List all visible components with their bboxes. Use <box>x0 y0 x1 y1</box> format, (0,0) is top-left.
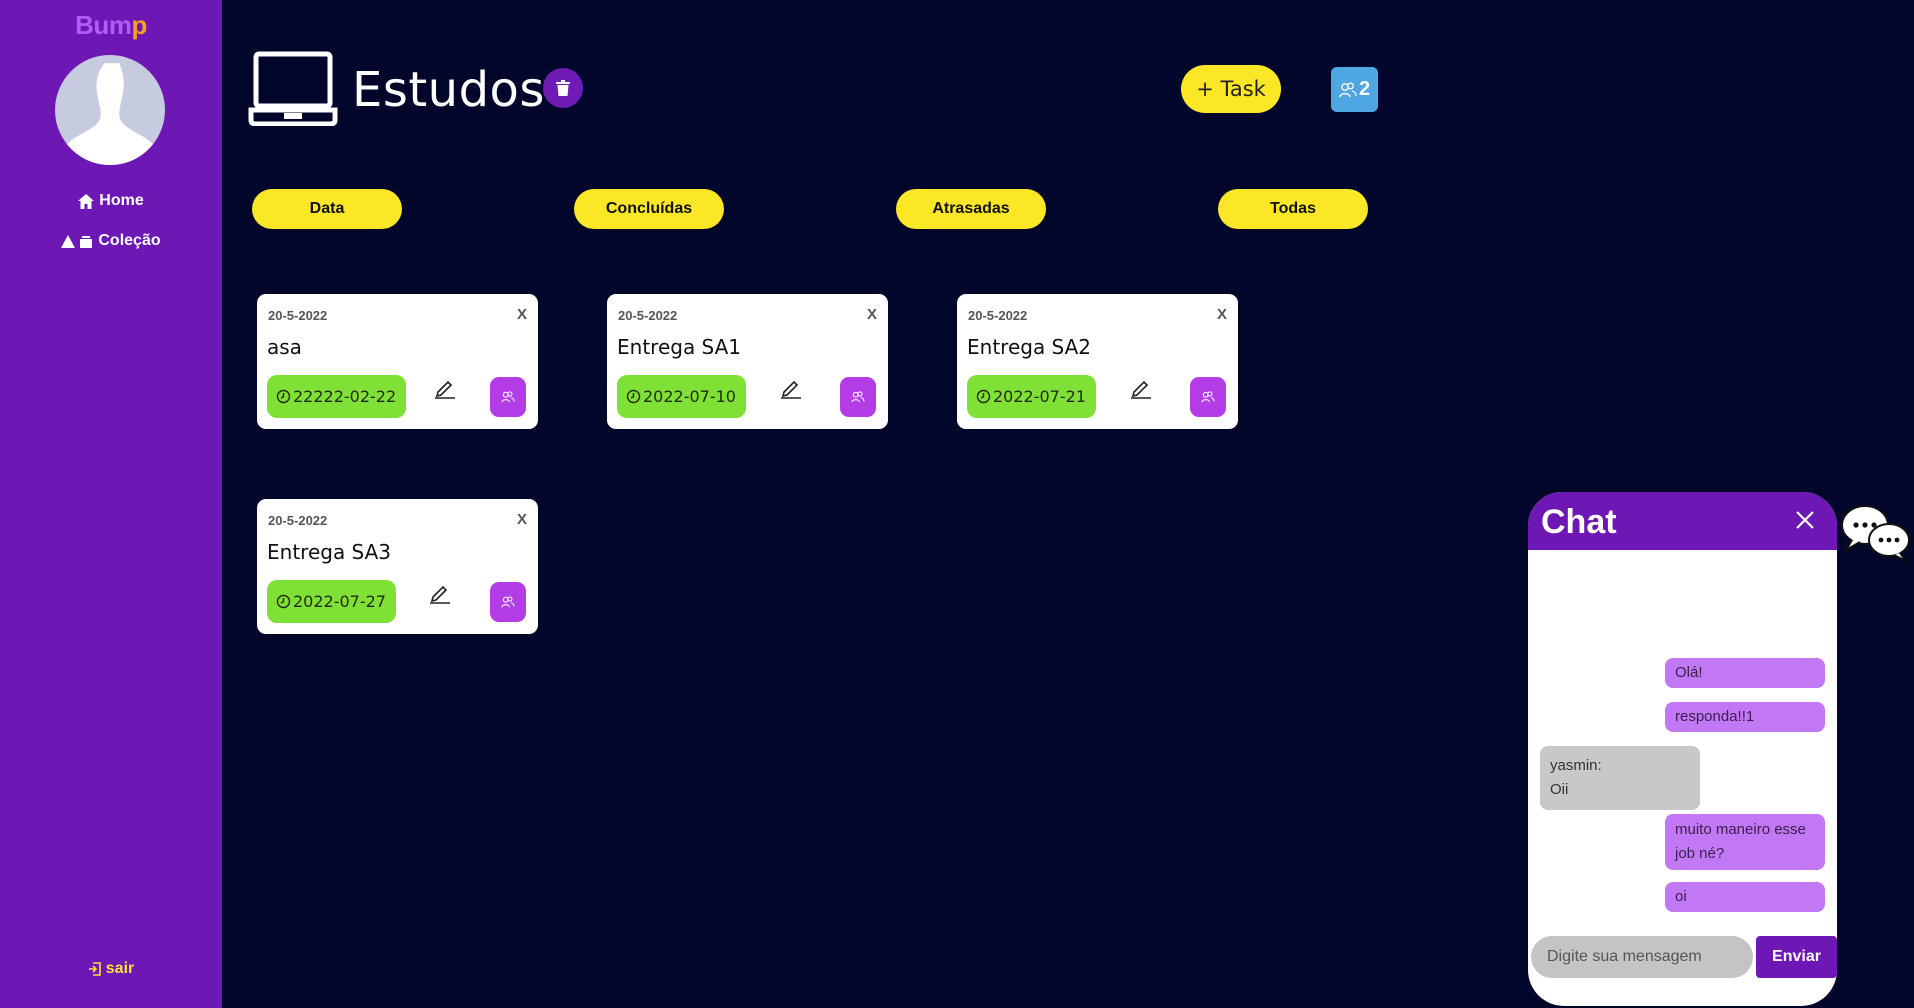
assign-members-button[interactable] <box>490 582 526 622</box>
edit-icon[interactable] <box>428 582 452 604</box>
shapes-icon <box>61 234 93 248</box>
chat-message-text: Oii <box>1550 781 1569 798</box>
card-date: 20-5-2022 <box>268 308 328 323</box>
card-date: 20-5-2022 <box>618 308 678 323</box>
sidebar-item-label: Home <box>99 192 144 209</box>
users-icon <box>501 596 515 608</box>
users-icon <box>1339 82 1357 97</box>
due-date: 22222-02-22 <box>293 387 397 406</box>
card-title: asa <box>267 335 302 359</box>
card-title: Entrega SA1 <box>617 335 742 359</box>
card-title: Entrega SA3 <box>267 540 392 564</box>
avatar[interactable] <box>55 55 165 165</box>
chat-panel: Chat Olá! responda!!1 yasmin: Oii muito … <box>1528 492 1837 1006</box>
due-date: 2022-07-10 <box>643 387 736 406</box>
filter-data[interactable]: Data <box>252 189 402 229</box>
edit-icon[interactable] <box>433 377 457 399</box>
delete-project-button[interactable] <box>543 68 583 108</box>
chat-header: Chat <box>1528 492 1837 550</box>
due-date-badge: 2022-07-21 <box>967 375 1096 418</box>
user-silhouette-icon <box>65 63 155 165</box>
card-date: 20-5-2022 <box>268 513 328 528</box>
laptop-icon <box>248 51 338 126</box>
close-icon[interactable] <box>1795 510 1815 530</box>
task-card[interactable]: 20-5-2022 X asa 22222-02-22 <box>257 294 538 429</box>
edit-icon[interactable] <box>1129 377 1153 399</box>
sidebar-item-home[interactable]: Home <box>0 192 222 210</box>
card-close-button[interactable]: X <box>867 306 877 323</box>
trash-icon <box>556 80 570 96</box>
clock-icon <box>626 389 641 404</box>
filter-todas[interactable]: Todas <box>1218 189 1368 229</box>
chat-message-input[interactable] <box>1531 936 1753 978</box>
home-icon <box>78 193 95 209</box>
users-icon <box>501 391 515 403</box>
sidebar-item-colecao[interactable]: Coleção <box>0 232 222 250</box>
task-card[interactable]: 20-5-2022 X Entrega SA3 2022-07-27 <box>257 499 538 634</box>
card-close-button[interactable]: X <box>1217 306 1227 323</box>
edit-icon[interactable] <box>779 377 803 399</box>
users-icon <box>1201 391 1215 403</box>
users-icon <box>851 391 865 403</box>
task-card[interactable]: 20-5-2022 X Entrega SA2 2022-07-21 <box>957 294 1238 429</box>
sidebar-item-label: Coleção <box>98 232 161 249</box>
members-count: 2 <box>1358 78 1371 100</box>
due-date-badge: 22222-02-22 <box>267 375 407 418</box>
chat-bubbles-icon[interactable] <box>1840 502 1912 562</box>
assign-members-button[interactable] <box>490 377 526 417</box>
chat-message-sent: responda!!1 <box>1665 702 1825 732</box>
logout-label: sair <box>105 960 135 977</box>
due-date-badge: 2022-07-10 <box>617 375 746 418</box>
sidebar: Bump Home Coleção sair <box>0 0 222 1008</box>
filter-concluidas[interactable]: Concluídas <box>574 189 724 229</box>
due-date-badge: 2022-07-27 <box>267 580 396 623</box>
clock-icon <box>276 594 291 609</box>
logout-button[interactable]: sair <box>0 960 222 978</box>
logout-icon <box>88 962 101 976</box>
send-button[interactable]: Enviar <box>1756 936 1837 978</box>
card-close-button[interactable]: X <box>517 511 527 528</box>
clock-icon <box>976 389 991 404</box>
chat-message-sent: oi <box>1665 882 1825 912</box>
filter-atrasadas[interactable]: Atrasadas <box>896 189 1046 229</box>
assign-members-button[interactable] <box>840 377 876 417</box>
chat-sender: yasmin: <box>1550 757 1602 774</box>
add-task-button[interactable]: + Task <box>1181 65 1281 113</box>
card-close-button[interactable]: X <box>517 306 527 323</box>
clock-icon <box>276 389 291 404</box>
card-date: 20-5-2022 <box>968 308 1028 323</box>
app-logo: Bump <box>75 10 147 40</box>
chat-message-sent: muito maneiro esse job né? <box>1665 814 1825 870</box>
chat-title: Chat <box>1541 503 1617 541</box>
due-date: 2022-07-21 <box>993 387 1086 406</box>
assign-members-button[interactable] <box>1190 377 1226 417</box>
card-title: Entrega SA2 <box>967 335 1092 359</box>
task-card[interactable]: 20-5-2022 X Entrega SA1 2022-07-10 <box>607 294 888 429</box>
chat-message-sent: Olá! <box>1665 658 1825 688</box>
page-title: Estudos <box>352 62 545 118</box>
members-button[interactable]: 2 <box>1331 67 1378 112</box>
due-date: 2022-07-27 <box>293 592 386 611</box>
chat-message-received: yasmin: Oii <box>1540 746 1700 810</box>
